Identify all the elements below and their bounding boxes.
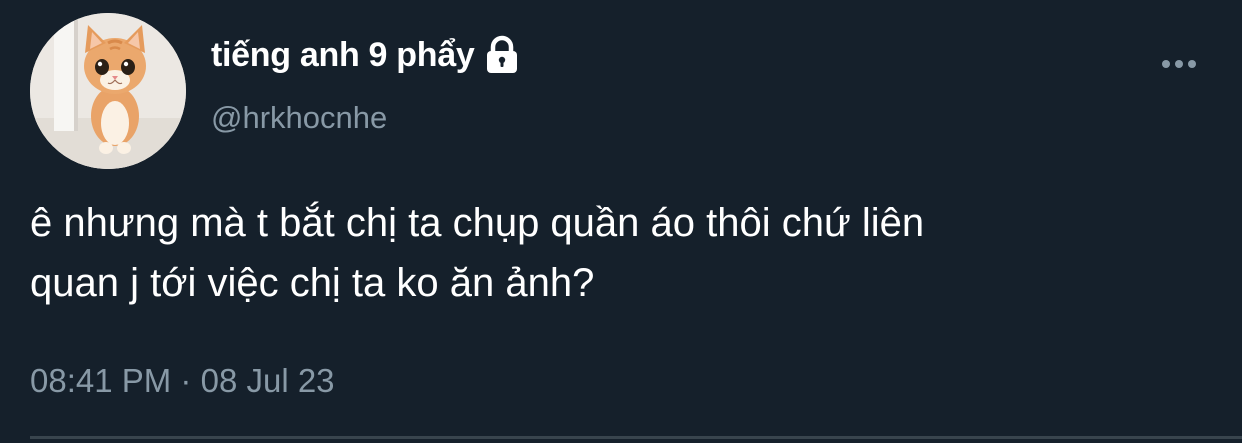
tweet-timestamp[interactable]: 08:41 PM · 08 Jul 23 — [30, 362, 335, 400]
timestamp-separator: · — [180, 362, 192, 399]
tweet-date: 08 Jul 23 — [200, 362, 335, 399]
cat-photo-avatar — [30, 13, 186, 169]
display-name[interactable]: tiếng anh 9 phẩy — [211, 36, 475, 75]
avatar[interactable] — [30, 13, 186, 169]
display-name-row: tiếng anh 9 phẩy — [211, 30, 520, 80]
tweet-text-line-1: ê nhưng mà t bắt chị ta chụp quần áo thô… — [30, 201, 925, 245]
tweet-time: 08:41 PM — [30, 362, 172, 399]
divider — [30, 436, 1242, 439]
more-horizontal-icon[interactable] — [1158, 54, 1200, 74]
lock-icon — [484, 35, 520, 75]
user-handle[interactable]: @hrkhocnhe — [211, 100, 387, 136]
tweet-text-line-2: quan j tới việc chị ta ko ăn ảnh? — [30, 261, 595, 305]
tweet-card: tiếng anh 9 phẩy @hrkhocnhe ê nhưng mà t… — [0, 0, 1242, 443]
tweet-text: ê nhưng mà t bắt chị ta chụp quần áo thô… — [30, 193, 1235, 313]
